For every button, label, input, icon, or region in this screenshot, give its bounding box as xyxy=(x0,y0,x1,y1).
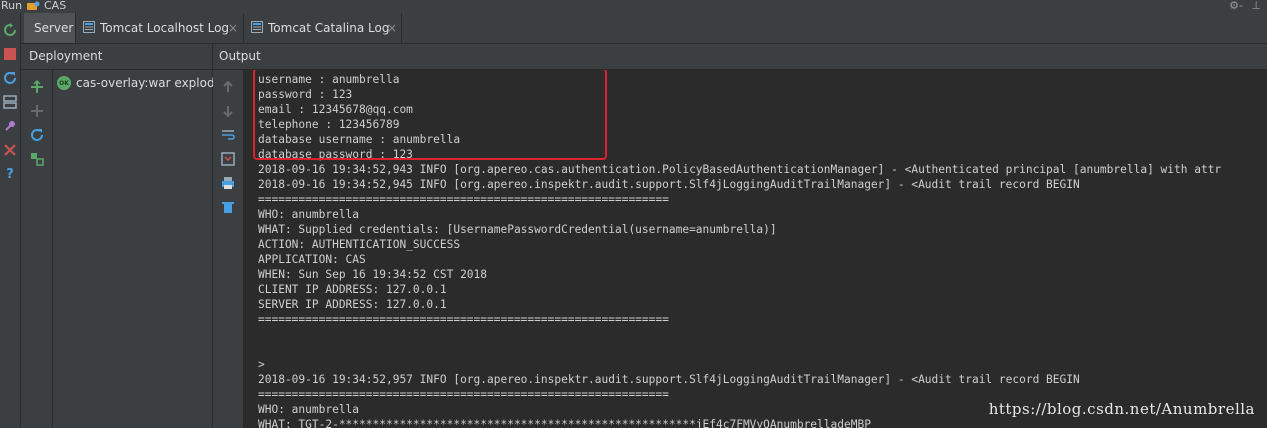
console-line: 2018-09-16 19:34:52,943 INFO [org.apereo… xyxy=(258,163,1222,176)
console-lines: username : anumbrella password : 123 email… xyxy=(253,70,1222,428)
scroll-to-end-icon[interactable] xyxy=(220,151,236,167)
console-line: 2018-09-16 19:34:52,945 INFO [org.apereo… xyxy=(258,178,1080,191)
clear-all-trash-icon[interactable] xyxy=(220,199,236,215)
run-label: Run xyxy=(1,0,23,12)
deployment-item[interactable]: OK cas-overlay:war explod xyxy=(57,74,215,92)
console-line: ACTION: AUTHENTICATION_SUCCESS xyxy=(258,238,461,251)
console-line: SERVER IP ADDRESS: 127.0.0.1 xyxy=(258,298,447,311)
console-line: 2018-09-16 19:34:52,957 INFO [org.apereo… xyxy=(258,373,1080,386)
run-window-titlebar: Run CAS ⚙- ⊥ xyxy=(0,0,1267,13)
console-line: WHAT: Supplied credentials: [UsernamePas… xyxy=(258,223,777,236)
console-line: WHO: anumbrella xyxy=(258,208,360,221)
tab-tomcat-catalina-log[interactable]: Tomcat Catalina Log × xyxy=(245,13,402,43)
output-title: Output xyxy=(219,49,261,63)
rerun-icon[interactable] xyxy=(2,22,18,38)
status-badge: OK xyxy=(57,76,71,90)
soft-wrap-icon[interactable] xyxy=(220,127,236,143)
output-toolbar xyxy=(213,70,244,428)
deployment-list: OK cas-overlay:war explod xyxy=(53,70,215,428)
deployment-item-label: cas-overlay:war explod xyxy=(76,76,215,90)
output-header: Output xyxy=(213,44,1267,70)
undeploy-icon[interactable] xyxy=(29,103,45,119)
artifact-icon[interactable] xyxy=(29,151,45,167)
tab-close-icon[interactable]: × xyxy=(387,13,397,43)
deployment-toolbar xyxy=(21,70,53,428)
update-icon[interactable] xyxy=(2,70,18,86)
refresh-icon[interactable] xyxy=(29,127,45,143)
console-line: APPLICATION: CAS xyxy=(258,253,366,266)
console-line: WHAT: TGT-2-****************************… xyxy=(258,418,871,428)
log-file-icon xyxy=(251,21,263,33)
settings-gear-icon[interactable]: ⚙- xyxy=(1229,0,1243,12)
highlight-box xyxy=(253,70,607,160)
watermark: https://blog.csdn.net/Anumbrella xyxy=(988,400,1255,418)
console-line: ========================================… xyxy=(258,313,669,326)
deploy-all-icon[interactable] xyxy=(29,79,45,95)
run-toolstrip: ? xyxy=(0,13,21,428)
close-icon[interactable] xyxy=(2,142,18,158)
help-icon[interactable]: ? xyxy=(2,166,18,182)
pin-icon[interactable] xyxy=(2,118,18,134)
layout-icon[interactable] xyxy=(2,94,18,110)
tab-label: Tomcat Localhost Log xyxy=(100,21,230,35)
tab-tomcat-localhost-log[interactable]: Tomcat Localhost Log × xyxy=(77,13,244,43)
scroll-up-icon[interactable] xyxy=(220,79,236,95)
console-line: CLIENT IP ADDRESS: 127.0.0.1 xyxy=(258,283,447,296)
console-line: ========================================… xyxy=(258,193,669,206)
console-output[interactable]: username : anumbrella password : 123 email… xyxy=(244,70,1267,428)
tab-server[interactable]: Server xyxy=(24,13,76,43)
cas-app-icon xyxy=(27,1,40,10)
deployment-header: Deployment xyxy=(21,44,212,70)
console-line: > xyxy=(258,358,265,371)
tab-label: Server xyxy=(34,21,74,35)
stop-icon[interactable] xyxy=(2,46,18,62)
tab-close-icon[interactable]: × xyxy=(228,13,238,43)
scroll-down-icon[interactable] xyxy=(220,103,236,119)
log-file-icon xyxy=(83,21,95,33)
run-config-name: CAS xyxy=(44,0,67,12)
hide-panel-icon[interactable]: ⊥ xyxy=(1251,0,1261,12)
print-icon[interactable] xyxy=(220,175,236,191)
console-line: WHEN: Sun Sep 16 19:34:52 CST 2018 xyxy=(258,268,488,281)
tab-label: Tomcat Catalina Log xyxy=(268,21,390,35)
deployment-title: Deployment xyxy=(29,49,103,63)
run-tabs: Server Tomcat Localhost Log × Tomcat Cat… xyxy=(21,13,1267,44)
